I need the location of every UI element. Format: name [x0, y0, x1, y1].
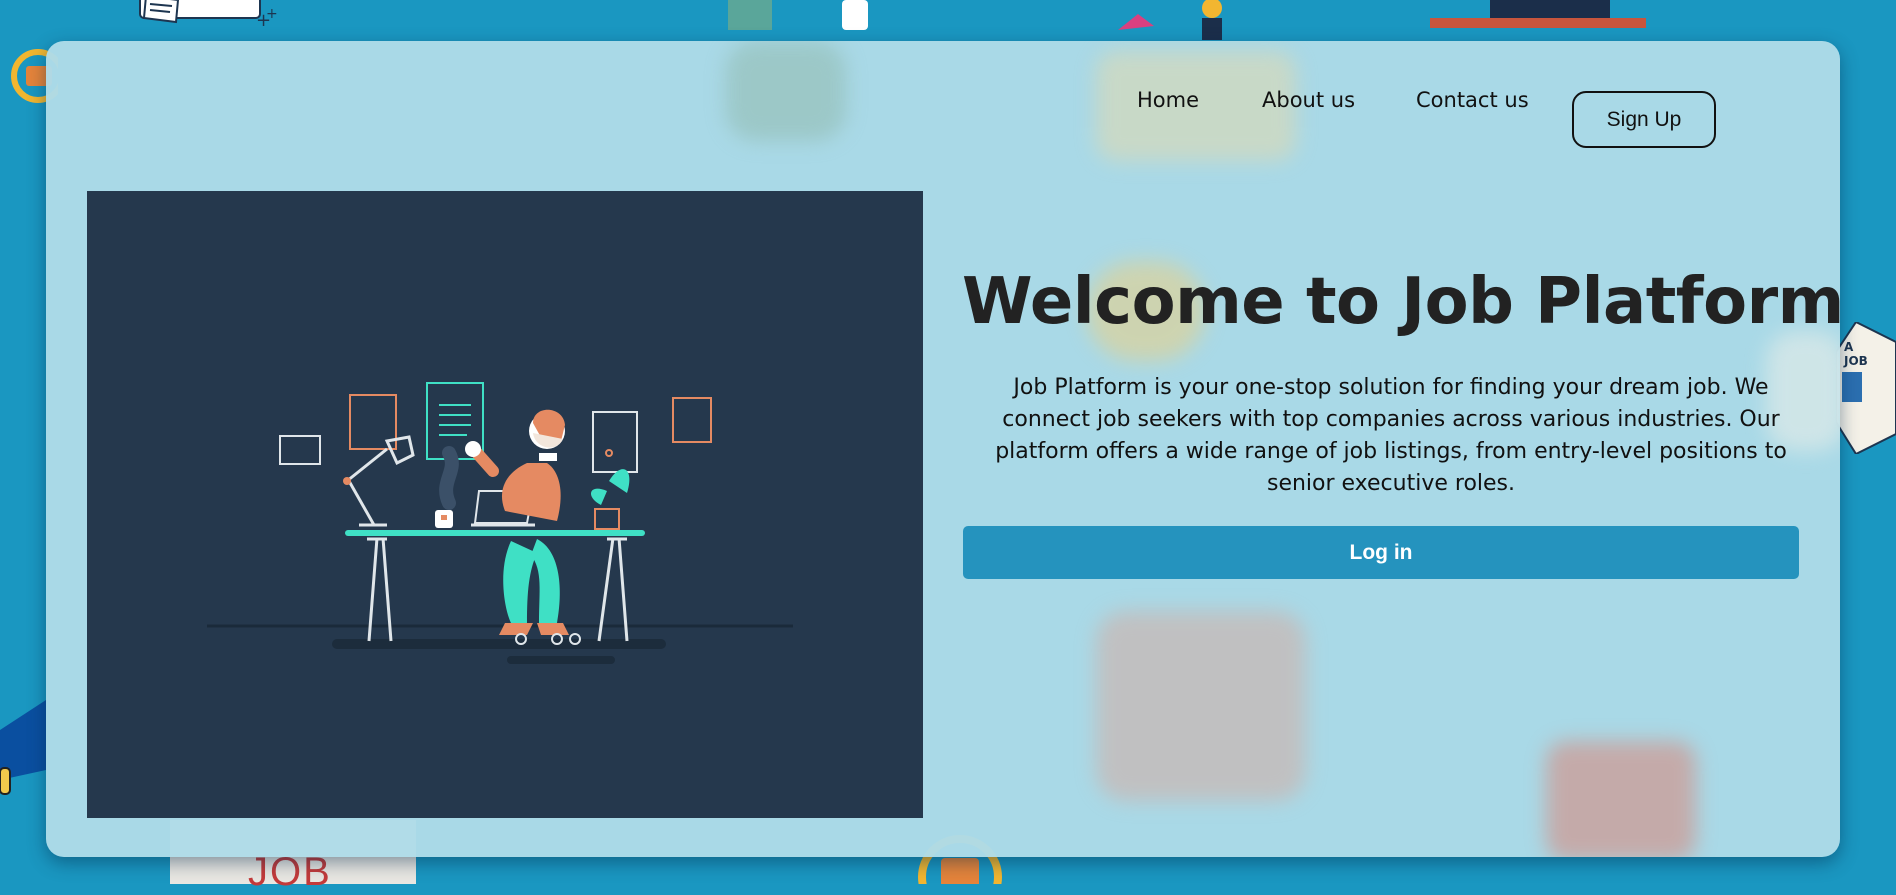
bg-desk-icon	[1430, 0, 1646, 34]
hero-illustration	[87, 191, 923, 818]
top-nav: Home About us Contact us Sign Up	[46, 66, 1840, 148]
bg-badge-text: A JOB	[1844, 340, 1868, 368]
blur-shape	[1096, 611, 1306, 801]
main-card: Home About us Contact us Sign Up Welcome…	[46, 41, 1840, 857]
nav-contact-link[interactable]: Contact us	[1416, 88, 1529, 112]
hero-title: Welcome to Job Platform	[962, 265, 1840, 339]
hero-description: Job Platform is your one-stop solution f…	[995, 375, 1787, 496]
signup-button[interactable]: Sign Up	[1572, 91, 1716, 148]
login-button[interactable]: Log in	[963, 526, 1799, 579]
bg-badge-icon: A JOB	[1835, 320, 1896, 458]
bg-paper-icon: + +	[138, 0, 278, 38]
nav-home-link[interactable]: Home	[1137, 88, 1199, 112]
nav-about-link[interactable]: About us	[1262, 88, 1355, 112]
bg-person-figure	[722, 0, 892, 34]
desk-illustration	[207, 382, 793, 664]
bg-trophy-figure	[1098, 0, 1248, 44]
blur-shape	[1546, 741, 1696, 857]
svg-text:+: +	[266, 6, 278, 22]
